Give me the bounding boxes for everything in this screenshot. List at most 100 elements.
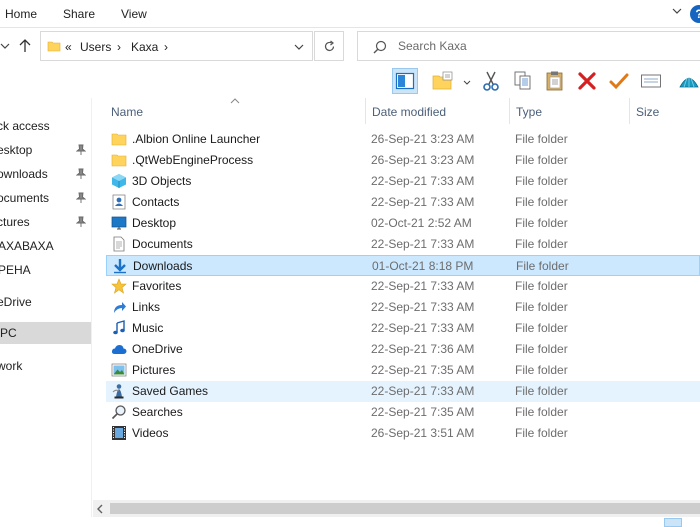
large-icons-view-button[interactable] <box>684 518 700 527</box>
file-type: File folder <box>515 300 568 314</box>
file-row[interactable]: Contacts 22-Sep-21 7:33 AM File folder <box>106 192 700 213</box>
email-button[interactable] <box>638 68 664 94</box>
address-row: « Users › Kaxa › <box>0 28 700 64</box>
nav-item-onedrive[interactable]: eDrive <box>0 291 91 313</box>
scrollbar-thumb[interactable] <box>110 503 700 514</box>
address-segment-kaxa[interactable]: Kaxa <box>131 40 158 54</box>
file-row[interactable]: Saved Games 22-Sep-21 7:33 AM File folder <box>106 381 700 402</box>
column-separator[interactable] <box>365 98 366 124</box>
file-row[interactable]: Music 22-Sep-21 7:33 AM File folder <box>106 318 700 339</box>
address-segment-users[interactable]: Users <box>80 40 111 54</box>
nav-item-peha[interactable]: РЕНА <box>0 259 91 281</box>
nav-item-quick-access[interactable]: ck access <box>0 115 91 137</box>
column-name[interactable]: Name <box>111 105 143 119</box>
preview-pane-icon <box>395 72 415 90</box>
file-name: Links <box>132 300 161 314</box>
rename-button[interactable] <box>606 68 632 94</box>
nav-item-label: work <box>0 359 23 373</box>
file-row[interactable]: Downloads 01-Oct-21 8:18 PM File folder <box>106 255 700 276</box>
file-row[interactable]: Desktop 02-Oct-21 2:52 AM File folder <box>106 213 700 234</box>
file-row[interactable]: .QtWebEngineProcess 26-Sep-21 3:23 AM File… <box>106 150 700 171</box>
scissors-icon <box>483 71 499 91</box>
cube-icon <box>112 174 126 188</box>
file-name: 3D Objects <box>132 174 192 188</box>
nav-item-label: ck access <box>0 119 50 133</box>
chevron-down-icon[interactable] <box>294 43 304 51</box>
address-separator[interactable]: › <box>164 40 168 54</box>
file-name: Saved Games <box>132 384 209 398</box>
column-separator[interactable] <box>509 98 510 124</box>
status-bar <box>0 517 700 527</box>
delete-button[interactable] <box>574 68 600 94</box>
column-separator[interactable] <box>629 98 630 124</box>
file-name: .QtWebEngineProcess <box>132 153 254 167</box>
file-name: Searches <box>132 405 183 419</box>
file-row[interactable]: OneDrive 22-Sep-21 7:36 AM File folder <box>106 339 700 360</box>
nav-item-axabaxa[interactable]: АХАВАХА <box>0 235 91 257</box>
cut-button[interactable] <box>478 68 504 94</box>
nav-item-this-pc[interactable]: PC <box>0 322 91 344</box>
nav-item-desktop[interactable]: esktop <box>0 139 91 161</box>
music-note-icon <box>113 320 125 335</box>
file-name: Downloads <box>133 259 193 273</box>
copy-button[interactable] <box>510 68 536 94</box>
link-arrow-icon <box>114 302 126 313</box>
cloud-icon <box>111 345 127 354</box>
pin-icon[interactable] <box>76 168 86 180</box>
pin-icon[interactable] <box>76 192 86 204</box>
tab-view[interactable]: View <box>121 7 147 21</box>
expand-ribbon-chevron-icon[interactable] <box>672 6 682 16</box>
file-name: OneDrive <box>132 342 183 356</box>
refresh-button[interactable] <box>314 31 344 61</box>
file-name: Contacts <box>132 195 180 209</box>
search-input[interactable] <box>398 39 678 53</box>
nav-item-label: ctures <box>0 215 30 229</box>
nav-item-pictures[interactable]: ctures <box>0 211 91 233</box>
file-type: File folder <box>515 237 568 251</box>
up-arrow-icon[interactable] <box>17 38 33 54</box>
tab-home[interactable]: Home <box>5 7 37 21</box>
file-date-modified: 26-Sep-21 3:23 AM <box>371 132 475 146</box>
properties-button[interactable] <box>430 68 456 94</box>
column-date-modified[interactable]: Date modified <box>372 105 446 119</box>
search-box[interactable] <box>357 31 700 61</box>
paste-button[interactable] <box>542 68 568 94</box>
pin-icon[interactable] <box>76 216 86 228</box>
scroll-left-arrow-icon[interactable] <box>96 504 104 514</box>
picture-icon <box>111 363 127 377</box>
file-date-modified: 22-Sep-21 7:35 AM <box>371 363 475 377</box>
file-type: File folder <box>515 153 568 167</box>
pin-icon[interactable] <box>76 144 86 156</box>
file-row[interactable]: .Albion Online Launcher 26-Sep-21 3:23 AM… <box>106 129 700 150</box>
nav-item-downloads[interactable]: ownloads <box>0 163 91 185</box>
shell-button[interactable] <box>676 68 700 94</box>
preview-pane-button[interactable] <box>392 68 418 94</box>
address-separator[interactable]: › <box>117 40 121 54</box>
file-row[interactable]: Videos 26-Sep-21 3:51 AM File folder <box>106 423 700 444</box>
nav-item-documents[interactable]: ocuments <box>0 187 91 209</box>
recent-locations-chevron-icon[interactable] <box>0 41 10 51</box>
horizontal-scrollbar[interactable] <box>93 500 700 517</box>
address-overflow[interactable]: « <box>65 40 72 54</box>
file-row[interactable]: 3D Objects 22-Sep-21 7:33 AM File folder <box>106 171 700 192</box>
ribbon-tabs: Home Share View ? <box>0 0 700 28</box>
star-icon <box>111 278 127 294</box>
file-row[interactable]: Favorites 22-Sep-21 7:33 AM File folder <box>106 276 700 297</box>
file-row[interactable]: Links 22-Sep-21 7:33 AM File folder <box>106 297 700 318</box>
column-type[interactable]: Type <box>516 105 542 119</box>
help-button[interactable]: ? <box>690 5 700 23</box>
file-row[interactable]: Searches 22-Sep-21 7:35 AM File folder <box>106 402 700 423</box>
file-date-modified: 02-Oct-21 2:52 AM <box>371 216 472 230</box>
details-view-button[interactable] <box>664 518 682 527</box>
column-size[interactable]: Size <box>636 105 659 119</box>
file-type: File folder <box>515 405 568 419</box>
file-row[interactable]: Pictures 22-Sep-21 7:35 AM File folder <box>106 360 700 381</box>
file-row[interactable]: Documents 22-Sep-21 7:33 AM File folder <box>106 234 700 255</box>
file-type: File folder <box>515 132 568 146</box>
tab-share[interactable]: Share <box>63 7 95 21</box>
download-icon <box>114 259 126 274</box>
chevron-down-icon[interactable] <box>463 80 471 86</box>
file-type: File folder <box>516 259 569 273</box>
address-bar[interactable]: « Users › Kaxa › <box>40 31 313 61</box>
nav-item-network[interactable]: work <box>0 355 91 377</box>
